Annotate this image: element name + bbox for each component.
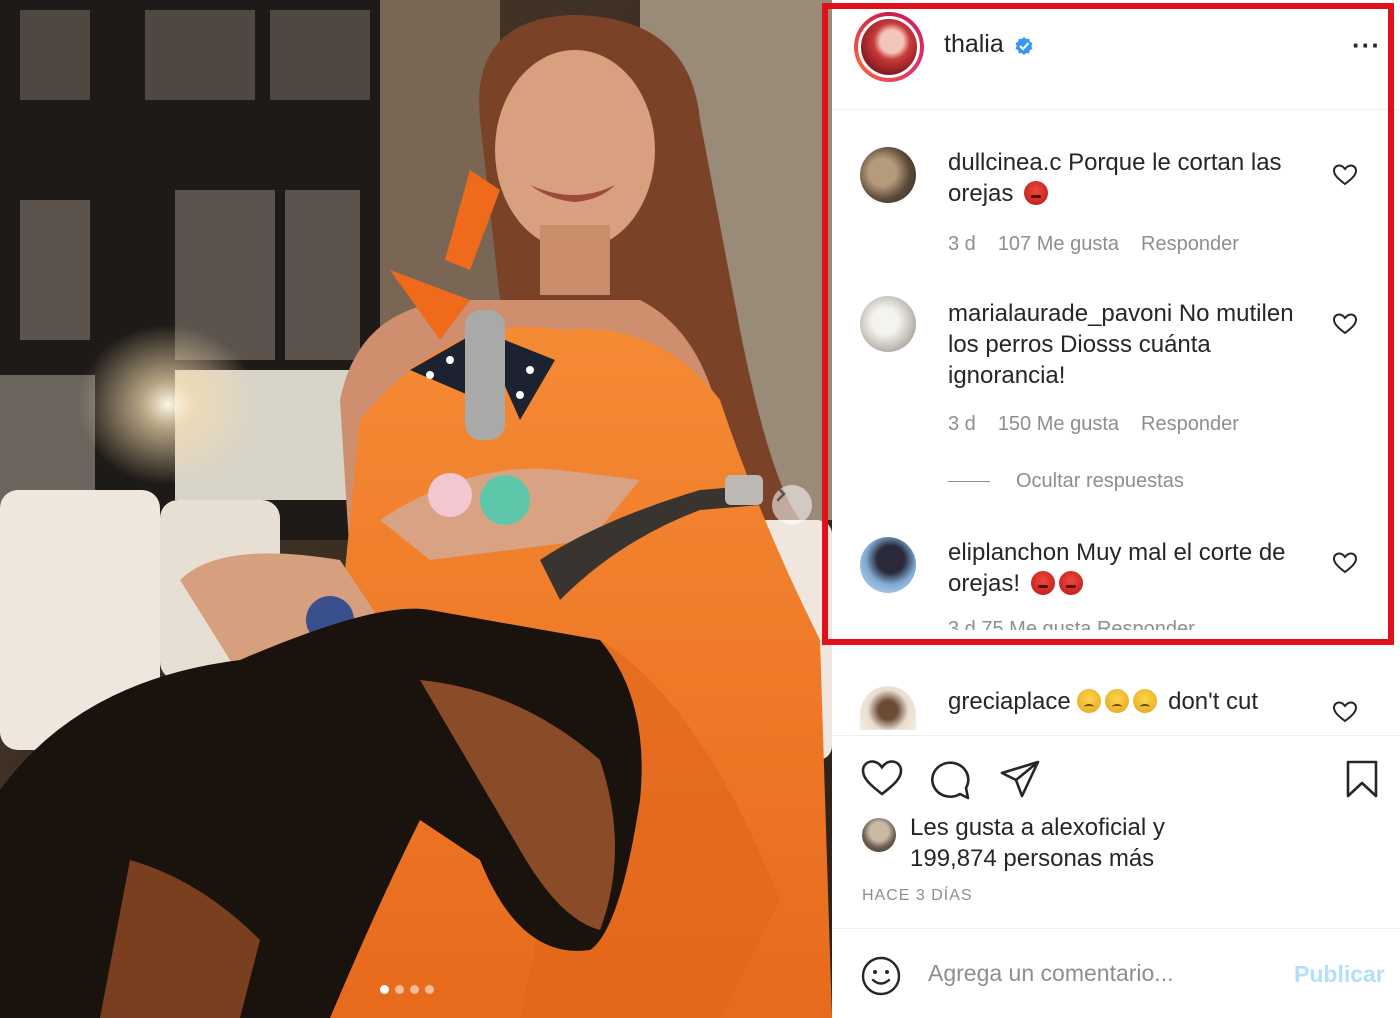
comment-text: eliplanchon Muy mal el corte de orejas! (948, 537, 1308, 599)
reply-button[interactable]: Responder (1141, 413, 1239, 436)
commenter-avatar[interactable] (860, 686, 916, 730)
commenter-username[interactable]: dullcinea.c (948, 149, 1061, 176)
like-comment-heart-icon[interactable] (1332, 700, 1358, 724)
commenter-username[interactable]: marialaurade_pavoni (948, 300, 1172, 327)
verified-badge-icon (1015, 37, 1033, 55)
hide-replies-button[interactable]: Ocultar respuestas (948, 470, 1184, 493)
comment-body: don't cut (1168, 688, 1259, 715)
likes-line-1: Les gusta a alexoficial y (910, 814, 1165, 841)
more-options-icon[interactable]: ··· (1352, 30, 1381, 61)
add-comment-bar: Publicar (832, 928, 1400, 1018)
sad-face-icon (1077, 689, 1102, 713)
commenter-username[interactable]: eliplanchon (948, 539, 1069, 566)
emoji-picker-icon[interactable] (860, 955, 902, 997)
comment-like-count[interactable]: 150 Me gusta (998, 413, 1119, 436)
next-slide-button[interactable] (772, 485, 812, 525)
comment-meta: 3 d 150 Me gusta Responder (948, 413, 1239, 436)
comment-text: dullcinea.c Porque le cortan las orejas (948, 147, 1308, 209)
post-actions-bar (832, 735, 1400, 815)
post-timestamp: HACE 3 DÍAS (862, 887, 973, 904)
photo-illustration (0, 0, 832, 1018)
carousel-dot (410, 985, 419, 994)
comment-bubble-icon[interactable] (928, 758, 972, 800)
likes-line-2: 199,874 personas más (910, 845, 1155, 872)
save-bookmark-icon[interactable] (1342, 758, 1382, 800)
hide-replies-label: Ocultar respuestas (1016, 470, 1184, 492)
comment-text: greciaplace don't cut (948, 686, 1308, 724)
likes-text[interactable]: Les gusta a alexoficial y 199,874 person… (910, 812, 1330, 874)
comment-text: marialaurade_pavoni No mutilen los perro… (948, 298, 1308, 391)
publish-button[interactable]: Publicar (1294, 961, 1385, 988)
post-header: thalia ··· (832, 0, 1400, 110)
comment-age: 3 d (948, 413, 976, 435)
commenter-avatar[interactable] (860, 296, 916, 352)
commenter-avatar[interactable] (860, 147, 916, 203)
author-avatar[interactable] (854, 12, 924, 82)
like-comment-heart-icon[interactable] (1332, 163, 1358, 187)
comment-meta-cut-off: 3 d 75 Me gusta Responder (948, 618, 1195, 630)
carousel-dot (380, 985, 389, 994)
share-send-icon[interactable] (998, 758, 1042, 800)
post-photo (0, 0, 832, 1018)
divider-line (948, 481, 990, 482)
comment-input[interactable] (928, 953, 1268, 993)
like-heart-icon[interactable] (860, 758, 904, 798)
angry-face-icon (1058, 571, 1083, 595)
chevron-right-icon (776, 486, 786, 502)
like-comment-heart-icon[interactable] (1332, 551, 1358, 575)
comment-meta: 3 d 107 Me gusta Responder (948, 233, 1239, 256)
carousel-dot (425, 985, 434, 994)
angry-face-icon (1030, 571, 1055, 595)
angry-face-icon (1024, 181, 1049, 205)
sad-face-icon (1105, 689, 1130, 713)
post-side-panel: thalia ··· dullcinea.c Porque le cortan … (832, 0, 1400, 1018)
like-comment-heart-icon[interactable] (1332, 312, 1358, 336)
carousel-indicator (380, 985, 434, 994)
liker-avatar[interactable] (862, 818, 896, 852)
comment-like-count[interactable]: 107 Me gusta (998, 233, 1119, 256)
author-username[interactable]: thalia (944, 30, 1004, 59)
carousel-dot (395, 985, 404, 994)
comment-age: 3 d (948, 233, 976, 255)
commenter-username[interactable]: greciaplace (948, 688, 1071, 715)
sad-face-icon (1133, 689, 1158, 713)
reply-button[interactable]: Responder (1141, 233, 1239, 256)
commenter-avatar[interactable] (860, 537, 916, 593)
